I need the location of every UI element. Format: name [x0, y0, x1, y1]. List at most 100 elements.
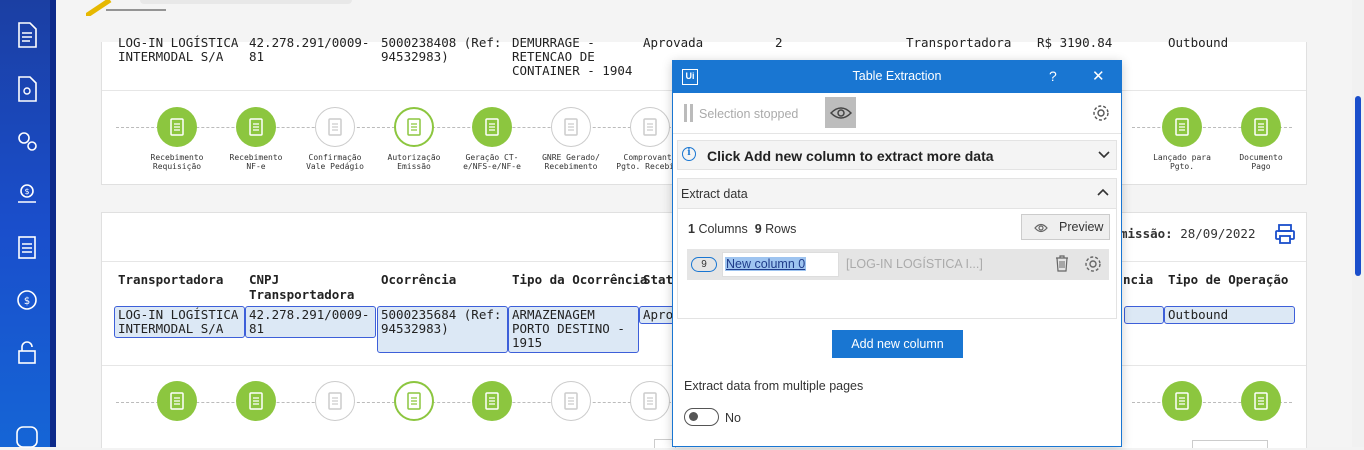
refund-icon[interactable]: $ [14, 287, 40, 313]
print-icon[interactable] [1274, 223, 1296, 249]
step-label: Autorização Emissão [387, 153, 441, 171]
lock-icon[interactable] [14, 340, 40, 366]
globe-icon[interactable] [14, 424, 40, 450]
clipboard-checklist-icon[interactable] [14, 234, 40, 260]
row-transportadora[interactable]: LOG-IN LOGÍSTICA INTERMODAL S/A [114, 306, 245, 338]
column-name-value: New column 0 [725, 257, 807, 271]
step-icon [394, 381, 434, 421]
gears-icon[interactable] [14, 128, 40, 154]
preview-label: Preview [1059, 220, 1104, 234]
row-operacao[interactable]: Outbound [1164, 306, 1295, 324]
timeline-step[interactable]: GNRE Gerado/ Recebimento [531, 107, 611, 171]
table-extraction-dialog: Ui Table Extraction ? ✕ Selection stoppe… [672, 60, 1122, 447]
step-icon [315, 107, 355, 147]
trash-icon[interactable] [1055, 255, 1069, 277]
row-ncia[interactable] [1124, 306, 1164, 324]
timeline-step[interactable] [137, 381, 217, 421]
step-icon [472, 107, 512, 147]
section-header[interactable]: Extract data [678, 179, 1116, 209]
step-label: Lançado para Pgto. [1153, 153, 1211, 171]
timeline-step[interactable]: Autorização Emissão [374, 107, 454, 171]
step-icon [236, 381, 276, 421]
step-label: Recebimento Requisição [150, 153, 204, 171]
timeline-step[interactable] [1142, 381, 1222, 421]
row-tipo[interactable]: ARMAZENAGEM PORTO DESTINO - 1915 [508, 306, 639, 353]
cell-valor: R$ 3190.84 [1037, 35, 1113, 50]
column-row[interactable]: 9 New column 0 [LOG-IN LOGÍSTICA I...] [687, 249, 1109, 280]
top-toolbar [140, 0, 352, 4]
columns-count: 1 [688, 222, 695, 236]
timeline-step[interactable]: Confirmação Vale Pedágio [295, 107, 375, 171]
step-icon [394, 107, 434, 147]
step-icon [157, 381, 197, 421]
preview-button[interactable]: Preview [1021, 214, 1110, 240]
cell-ocorrencia: 5000238408 (Ref: 94532983) [381, 35, 502, 64]
sidebar: $ $ [0, 0, 56, 450]
timeline-step[interactable] [295, 381, 375, 421]
step-icon [1162, 381, 1202, 421]
toggle-knob [689, 412, 698, 421]
info-text: Click Add new column to extract more dat… [707, 148, 994, 164]
cell-tipo: DEMURRAGE - RETENCAO DE CONTAINER - 1904 [512, 35, 633, 78]
money-hand-icon[interactable]: $ [14, 181, 40, 207]
timeline-step[interactable]: Recebimento NF-e [216, 107, 296, 171]
step-icon [551, 107, 591, 147]
svg-text:$: $ [24, 296, 30, 307]
chevron-down-icon[interactable] [1098, 147, 1110, 165]
toggle-value: No [725, 411, 741, 425]
column-settings-icon[interactable] [1084, 255, 1102, 278]
extract-data-section: Extract data 1 Columns 9 Rows Preview 9 … [677, 178, 1117, 319]
step-icon [157, 107, 197, 147]
help-button[interactable]: ? [1049, 68, 1057, 84]
step-icon [630, 107, 670, 147]
header-operacao: Tipo de Operação [1168, 272, 1289, 287]
timeline-step[interactable]: Recebimento Requisição [137, 107, 217, 171]
step-icon [236, 107, 276, 147]
multipage-toggle[interactable] [684, 408, 719, 426]
dialog-titlebar: Ui Table Extraction ? ✕ [673, 61, 1121, 93]
close-button[interactable]: ✕ [1092, 67, 1105, 85]
step-label: Geração CT- e/NFS-e/NF-e [463, 153, 521, 171]
cell-status: Aprovada [643, 35, 704, 50]
step-icon [551, 381, 591, 421]
header-ncia: ncia [1123, 272, 1154, 287]
document-icon[interactable] [14, 22, 40, 48]
emissao-label: missão: [1120, 226, 1173, 241]
step-label: Confirmação Vale Pedágio [306, 153, 364, 171]
step-icon [1162, 107, 1202, 147]
gear-icon[interactable] [1092, 104, 1110, 127]
cell-transportadora: LOG-IN LOGÍSTICA INTERMODAL S/A [118, 35, 239, 64]
header-ocorrencia: Ocorrência [381, 272, 457, 287]
timeline-step[interactable] [531, 381, 611, 421]
add-column-button[interactable]: Add new column [832, 330, 963, 358]
row-cnpj[interactable]: 42.278.291/0009- 81 [245, 306, 376, 338]
step-label: Recebimento NF-e [229, 153, 283, 171]
counts: 1 Columns 9 Rows [688, 222, 796, 236]
timeline-step[interactable]: Geração CT- e/NFS-e/NF-e [452, 107, 532, 171]
timeline-step[interactable] [216, 381, 296, 421]
row-ocorrencia[interactable]: 5000235684 (Ref: 94532983) [377, 306, 508, 353]
rows-label: Rows [765, 222, 797, 236]
info-bar[interactable]: i Click Add new column to extract more d… [677, 140, 1117, 170]
emissao-value: 28/09/2022 [1180, 226, 1256, 241]
scrollbar-thumb[interactable] [1355, 96, 1361, 276]
timeline-step[interactable] [374, 381, 454, 421]
cell-cnpj: 42.278.291/0009- 81 [249, 35, 370, 64]
columns-label: Columns [698, 222, 748, 236]
document-settings-icon[interactable] [14, 76, 40, 102]
step-icon [1241, 107, 1281, 147]
eye-icon[interactable] [825, 97, 856, 128]
svg-text:$: $ [24, 187, 29, 196]
chevron-up-icon[interactable] [1097, 186, 1109, 204]
step-icon [315, 381, 355, 421]
column-name-input[interactable]: New column 0 [722, 252, 839, 277]
timeline-step[interactable]: Documento Pago [1221, 107, 1301, 171]
dialog-toolbar: Selection stopped [673, 93, 1121, 134]
pause-icon[interactable] [684, 104, 693, 122]
timeline-step[interactable] [452, 381, 532, 421]
timeline-step[interactable] [1221, 381, 1301, 421]
section-title: Extract data [681, 187, 748, 201]
emissao: missão: 28/09/2022 [1120, 226, 1255, 241]
page-scrollbar[interactable] [1352, 0, 1364, 447]
timeline-step[interactable]: Lançado para Pgto. [1142, 107, 1222, 171]
